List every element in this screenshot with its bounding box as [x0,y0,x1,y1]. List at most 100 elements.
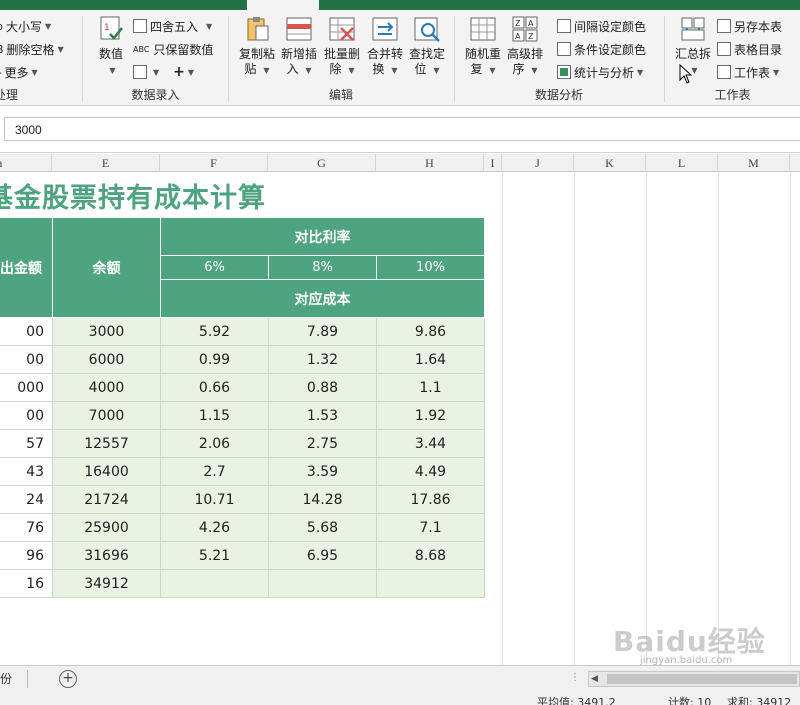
cell-cost-6[interactable]: 2.7 [160,457,269,486]
add-sheet-icon[interactable]: + [59,670,77,688]
cell-cost-8[interactable]: 6.95 [268,541,377,570]
cell-cost-8[interactable]: 7.89 [268,317,377,346]
table-row: 16 34912 [0,569,485,598]
column-header[interactable]: I [484,154,502,172]
cell-balance[interactable]: 6000 [52,345,161,374]
cell-cost-6[interactable]: 1.15 [160,401,269,430]
cell-balance[interactable]: 25900 [52,513,161,542]
cell-balance[interactable]: 3000 [52,317,161,346]
worksheet-menu-button[interactable]: 工作表 ▼ [717,62,779,82]
worksheet-grid[interactable]: 基金股票持有成本计算 卖出金额 余额 对比利率 6% 8% 10% 对应成本 0… [0,172,800,665]
scroll-split-handle-icon[interactable]: ⋮ [570,672,580,683]
chevron-down-icon: ▼ [433,66,440,75]
keep-numbers-button[interactable]: ABC 只保留数值 [133,39,213,59]
column-header[interactable]: F [160,154,268,172]
case-convert-button[interactable]: b 大小写▼ [0,16,51,36]
copy-paste-button[interactable]: 复制粘贴 ▼ [235,14,279,84]
cell-balance[interactable]: 7000 [52,401,161,430]
cell-sell[interactable]: 96 [0,541,53,570]
cell-cost-8[interactable]: 3.59 [268,457,377,486]
scrollbar-thumb[interactable] [607,674,797,684]
interval-color-button[interactable]: 间隔设定颜色 [557,16,646,36]
horizontal-scrollbar[interactable]: ◀ [588,671,800,687]
svg-text:Z: Z [528,32,534,41]
column-header[interactable]: M [718,154,790,172]
cell-cost-8[interactable]: 5.68 [268,513,377,542]
find-locate-button[interactable]: 查找定位 ▼ [405,14,449,84]
cell-cost-10[interactable]: 17.86 [376,485,485,514]
cell-cost-6[interactable]: 2.06 [160,429,269,458]
cell-cost-6[interactable]: 5.92 [160,317,269,346]
column-header-d[interactable]: a [0,154,52,172]
group-label-process: 处理 [0,88,19,102]
cell-cost-8[interactable]: 2.75 [268,429,377,458]
cell-cost-10[interactable]: 1.64 [376,345,485,374]
cell-cost-8[interactable] [268,569,377,598]
cell-cost-10[interactable]: 4.49 [376,457,485,486]
column-header[interactable]: E [52,154,160,172]
stats-analysis-button[interactable]: 统计与分析 ▼ [557,62,643,82]
cell-balance[interactable]: 16400 [52,457,161,486]
sheet-tab[interactable]: 份 [0,670,12,687]
cell-balance[interactable]: 12557 [52,429,161,458]
scroll-left-icon[interactable]: ◀ [591,672,598,686]
cell-cost-6[interactable]: 0.66 [160,373,269,402]
cell-sell[interactable]: 00 [0,401,53,430]
cell-cost-10[interactable]: 1.1 [376,373,485,402]
cell-balance[interactable]: 34912 [52,569,161,598]
cell-cost-6[interactable]: 4.26 [160,513,269,542]
column-header[interactable]: J [502,154,574,172]
cell-sell[interactable]: 24 [0,485,53,514]
cell-sell[interactable]: 43 [0,457,53,486]
cell-cost-10[interactable]: 9.86 [376,317,485,346]
cell-balance[interactable]: 31696 [52,541,161,570]
table-row: 000 4000 0.66 0.88 1.1 [0,373,485,402]
cell-cost-10[interactable]: 1.92 [376,401,485,430]
cell-balance[interactable]: 4000 [52,373,161,402]
sheet-index-button[interactable]: 表格目录 [717,39,782,59]
cell-cost-10[interactable]: 7.1 [376,513,485,542]
cell-cost-6[interactable]: 10.71 [160,485,269,514]
formula-input[interactable]: 3000 [4,117,800,141]
cell-sell[interactable]: 00 [0,317,53,346]
conditional-color-button[interactable]: 条件设定颜色 [557,39,646,59]
cell-cost-10[interactable]: 3.44 [376,429,485,458]
cell-sell[interactable]: 000 [0,373,53,402]
case-icon: b [0,20,3,33]
status-count: 计数: 10 [668,696,712,705]
summary-split-button[interactable]: 汇总拆 ▼ [671,14,715,84]
column-header[interactable]: K [574,154,646,172]
round-button[interactable]: 四舍五入 ▼ [133,16,212,36]
cell-cost-8[interactable]: 1.53 [268,401,377,430]
cell-cost-6[interactable]: 0.99 [160,345,269,374]
more-button[interactable]: ▸ 更多▼ [0,62,38,82]
column-header[interactable]: H [376,154,484,172]
cell-cost-10[interactable] [376,569,485,598]
table-row: 96 31696 5.21 6.95 8.68 [0,541,485,570]
save-sheet-button[interactable]: 另存本表 [717,16,782,36]
remove-spaces-button[interactable]: B 删除空格▼ [0,39,64,59]
advanced-sort-button[interactable]: ZAAZ 高级排序 ▼ [503,14,547,84]
cell-balance[interactable]: 21724 [52,485,161,514]
cell-sell[interactable]: 16 [0,569,53,598]
random-duplicate-button[interactable]: 随机重复 ▼ [461,14,505,84]
cell-cost-10[interactable]: 8.68 [376,541,485,570]
cell-sell[interactable]: 00 [0,345,53,374]
batch-delete-button[interactable]: 批量删除 ▼ [320,14,364,84]
cell-cost-6[interactable] [160,569,269,598]
column-header[interactable]: L [646,154,718,172]
insert-button[interactable]: 新增插入 ▼ [277,14,321,84]
cell-cost-6[interactable]: 5.21 [160,541,269,570]
cell-cost-8[interactable]: 14.28 [268,485,377,514]
cell-cost-8[interactable]: 0.88 [268,373,377,402]
cell-sell[interactable]: 76 [0,513,53,542]
active-ribbon-tab[interactable] [247,0,319,10]
column-header[interactable]: G [268,154,376,172]
edit-entry-button[interactable]: ▼ + ▼ [133,62,194,82]
cell-sell[interactable]: 57 [0,429,53,458]
numeric-button[interactable]: 1 数值 ▼ [89,14,133,84]
cell-cost-8[interactable]: 1.32 [268,345,377,374]
plus-icon[interactable]: + [173,64,185,80]
merge-convert-button[interactable]: 合并转换 ▼ [363,14,407,84]
ribbon-group-process: b 大小写▼ B 删除空格▼ ▸ 更多▼ 处理 [0,10,82,106]
